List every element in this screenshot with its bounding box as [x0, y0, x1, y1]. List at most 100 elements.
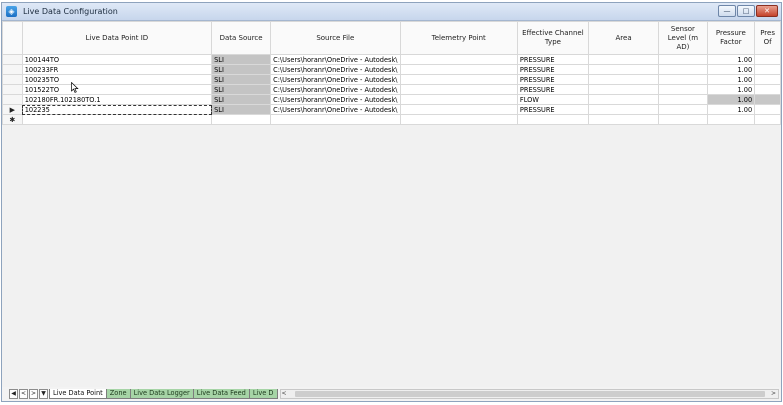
tab-live-data-feed[interactable]: Live Data Feed — [192, 389, 250, 399]
column-header-live-data-point-id[interactable]: Live Data Point ID — [21, 21, 213, 55]
scroll-right-arrow[interactable]: > — [771, 390, 776, 398]
cell-pressure-factor[interactable]: 1.00 — [706, 74, 756, 85]
column-header-pressure-factor[interactable]: Pressure Factor — [706, 21, 756, 55]
cell-telemetry-point[interactable] — [399, 64, 518, 75]
maximize-button[interactable]: □ — [737, 5, 755, 17]
cell-sensor-level[interactable] — [658, 94, 708, 105]
tab-live-d-truncated[interactable]: Live D — [248, 389, 278, 399]
cell-telemetry-point[interactable] — [399, 54, 518, 65]
previous-tab-button[interactable]: < — [19, 389, 28, 399]
cell-data-source[interactable]: SLI — [211, 64, 272, 75]
cell-telemetry-point[interactable] — [399, 74, 518, 85]
cell-area[interactable] — [587, 104, 660, 115]
cell-telemetry-point[interactable] — [399, 104, 518, 115]
cell-data-source[interactable]: SLI — [211, 54, 272, 65]
cell-sensor-level[interactable] — [658, 84, 708, 95]
new-row-icon[interactable]: ✱ — [2, 114, 23, 125]
tab-live-data-point[interactable]: Live Data Point — [49, 389, 107, 399]
cell-source-file[interactable]: C:\Users\horanr\OneDrive - Autodesk\ — [270, 64, 401, 75]
new-cell[interactable] — [399, 114, 518, 125]
minimize-button[interactable]: — — [718, 5, 736, 17]
column-header-source-file[interactable]: Source File — [270, 21, 401, 55]
new-cell[interactable] — [211, 114, 272, 125]
cell-sensor-level[interactable] — [658, 104, 708, 115]
cell-sensor-level[interactable] — [658, 74, 708, 85]
new-cell[interactable] — [516, 114, 589, 125]
table-row[interactable]: 100235TO SLI C:\Users\horanr\OneDrive - … — [2, 74, 781, 85]
cell-source-file[interactable]: C:\Users\horanr\OneDrive - Autodesk\ — [270, 74, 401, 85]
cell-sensor-level[interactable] — [658, 54, 708, 65]
scrollbar-thumb[interactable] — [294, 391, 765, 397]
cell-area[interactable] — [587, 54, 660, 65]
next-tab-button[interactable]: > — [29, 389, 38, 399]
cell-live-data-point-id[interactable]: 102180FR.102180TO.1 — [21, 94, 213, 105]
row-selector[interactable] — [2, 84, 23, 95]
cell-telemetry-point[interactable] — [399, 94, 518, 105]
cell-pressure-offset[interactable] — [754, 104, 781, 115]
cell-live-data-point-id[interactable]: 101522TO — [21, 84, 213, 95]
cell-source-file[interactable]: C:\Users\horanr\OneDrive - Autodesk\ — [270, 84, 401, 95]
cell-source-file[interactable]: C:\Users\horanr\OneDrive - Autodesk\ — [270, 94, 401, 105]
cell-pressure-offset[interactable] — [754, 74, 781, 85]
cell-source-file[interactable]: C:\Users\horanr\OneDrive - Autodesk\ — [270, 54, 401, 65]
new-cell[interactable] — [754, 114, 781, 125]
cell-pressure-factor[interactable]: 1.00 — [706, 84, 756, 95]
first-tab-button[interactable]: ◀ — [9, 389, 18, 399]
new-cell[interactable] — [270, 114, 401, 125]
cell-live-data-point-id[interactable]: 100144TO — [21, 54, 213, 65]
cell-pressure-factor[interactable]: 1.00 — [706, 64, 756, 75]
cell-data-source[interactable]: SLI — [211, 74, 272, 85]
new-cell[interactable] — [587, 114, 660, 125]
new-cell[interactable] — [706, 114, 756, 125]
cell-effective-channel-type[interactable]: PRESSURE — [516, 104, 589, 115]
column-header-pressure-offset[interactable]: Pres Of — [754, 21, 781, 55]
cell-pressure-factor[interactable]: 1.00 — [706, 94, 756, 105]
table-row[interactable]: 102180FR.102180TO.1 SLI C:\Users\horanr\… — [2, 94, 781, 105]
close-button[interactable]: ✕ — [756, 5, 778, 17]
cell-live-data-point-id-focused[interactable]: 102235 — [21, 104, 213, 115]
scroll-left-arrow[interactable]: < — [282, 390, 287, 398]
cell-area[interactable] — [587, 64, 660, 75]
row-selector[interactable] — [2, 54, 23, 65]
title-bar[interactable]: ◈ Live Data Configuration — □ ✕ — [2, 3, 781, 21]
row-selector[interactable] — [2, 94, 23, 105]
cell-area[interactable] — [587, 84, 660, 95]
cell-area[interactable] — [587, 74, 660, 85]
cell-live-data-point-id[interactable]: 100235TO — [21, 74, 213, 85]
corner-header-cell[interactable] — [2, 21, 23, 55]
cell-effective-channel-type[interactable]: FLOW — [516, 94, 589, 105]
cell-pressure-offset[interactable] — [754, 84, 781, 95]
cell-pressure-offset[interactable] — [754, 64, 781, 75]
column-header-effective-channel-type[interactable]: Effective Channel Type — [516, 21, 589, 55]
cell-pressure-offset[interactable] — [754, 54, 781, 65]
cell-data-source[interactable]: SLI — [211, 94, 272, 105]
table-row[interactable]: 100144TO SLI C:\Users\horanr\OneDrive - … — [2, 54, 781, 65]
cell-area[interactable] — [587, 94, 660, 105]
cell-pressure-factor[interactable]: 1.00 — [706, 104, 756, 115]
cell-effective-channel-type[interactable]: PRESSURE — [516, 54, 589, 65]
table-row-current[interactable]: ▶ 102235 SLI C:\Users\horanr\OneDrive - … — [2, 104, 781, 115]
column-header-data-source[interactable]: Data Source — [211, 21, 272, 55]
row-selector[interactable] — [2, 74, 23, 85]
new-cell[interactable] — [21, 114, 213, 125]
tab-live-data-logger[interactable]: Live Data Logger — [129, 389, 194, 399]
cell-sensor-level[interactable] — [658, 64, 708, 75]
row-selector[interactable] — [2, 64, 23, 75]
tab-list-dropdown[interactable]: ▼ — [39, 389, 48, 399]
cell-telemetry-point[interactable] — [399, 84, 518, 95]
horizontal-scrollbar[interactable]: < > — [279, 389, 779, 399]
new-cell[interactable] — [658, 114, 708, 125]
cell-effective-channel-type[interactable]: PRESSURE — [516, 74, 589, 85]
column-header-area[interactable]: Area — [587, 21, 660, 55]
cell-source-file[interactable]: C:\Users\horanr\OneDrive - Autodesk\ — [270, 104, 401, 115]
cell-data-source[interactable]: SLI — [211, 104, 272, 115]
cell-data-source[interactable]: SLI — [211, 84, 272, 95]
cell-live-data-point-id[interactable]: 100233FR — [21, 64, 213, 75]
table-row[interactable]: 100233FR SLI C:\Users\horanr\OneDrive - … — [2, 64, 781, 75]
column-header-sensor-level[interactable]: Sensor Level (m AD) — [658, 21, 708, 55]
cell-effective-channel-type[interactable]: PRESSURE — [516, 84, 589, 95]
new-row[interactable]: ✱ — [2, 114, 781, 125]
current-row-indicator[interactable]: ▶ — [2, 104, 23, 115]
table-row[interactable]: 101522TO SLI C:\Users\horanr\OneDrive - … — [2, 84, 781, 95]
tab-zone[interactable]: Zone — [105, 389, 131, 399]
